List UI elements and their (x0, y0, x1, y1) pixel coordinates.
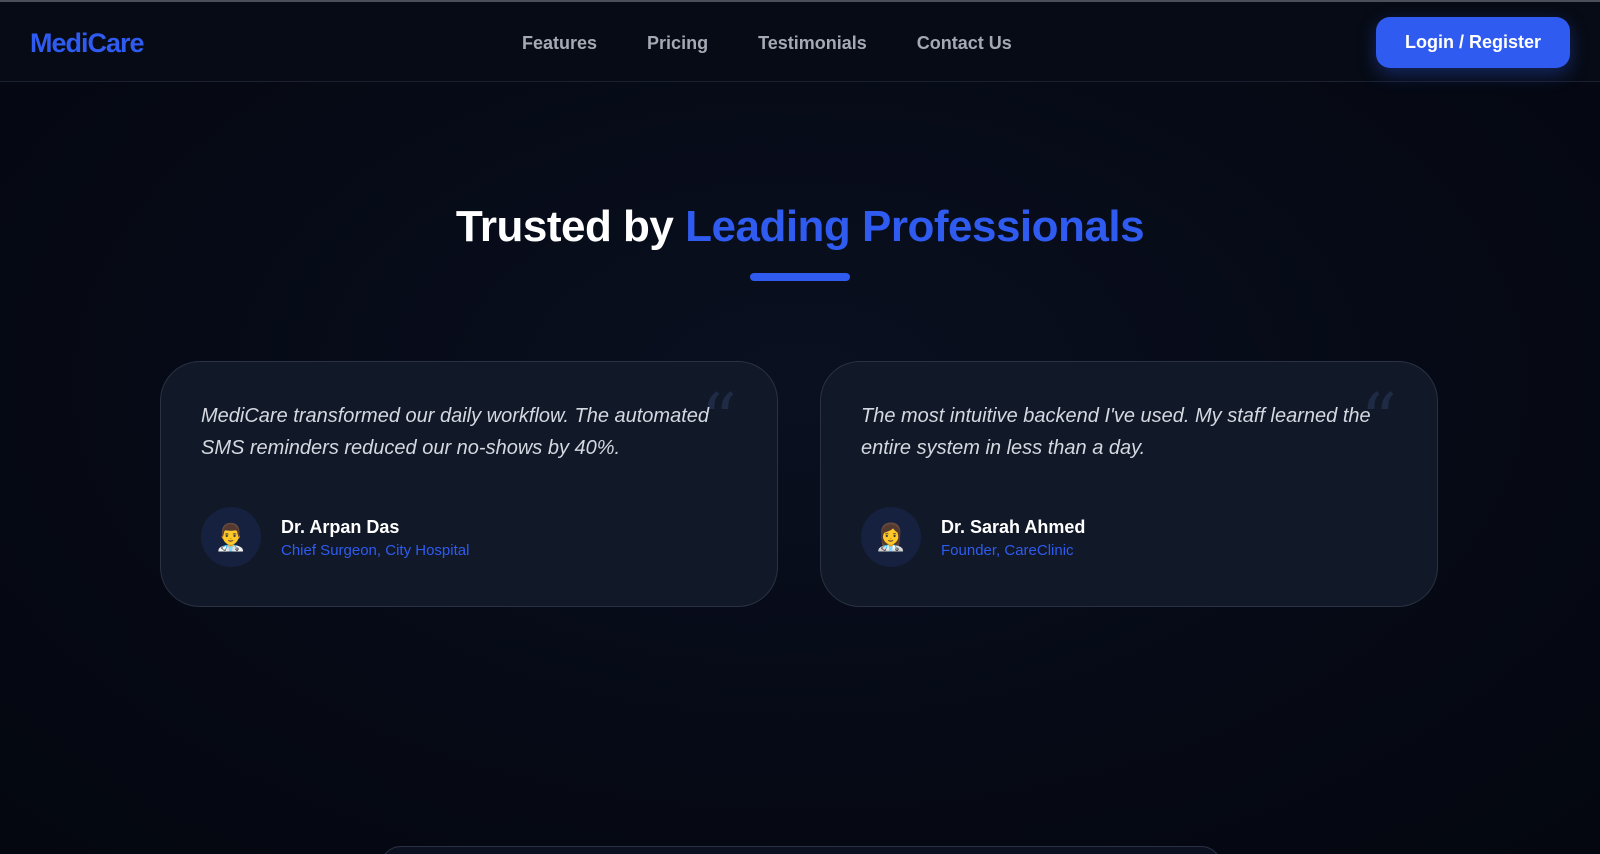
testimonial-quote: MediCare transformed our daily workflow.… (201, 405, 710, 459)
author-name: Dr. Sarah Ahmed (941, 517, 1086, 537)
section-title-prefix: Trusted by (455, 202, 686, 251)
avatar: 👩‍⚕️ (861, 507, 921, 567)
author-role: Chief Surgeon, City Hospital (281, 542, 470, 559)
testimonial-card: “ MediCare transformed our daily workflo… (160, 361, 778, 607)
logo[interactable]: MediCare (30, 28, 145, 59)
testimonial-quote: The most intuitive backend I've used. My… (861, 405, 1371, 459)
doctor-avatar-icon: 👨‍⚕️ (214, 521, 248, 552)
section-title-accent: Leading Professionals (685, 202, 1145, 251)
page: MediCare Features Pricing Testimonials C… (0, 0, 1600, 854)
nav-links: Features Pricing Testimonials Contact Us (522, 33, 1012, 54)
navbar: MediCare Features Pricing Testimonials C… (0, 2, 1600, 82)
author-role: Founder, CareClinic (941, 542, 1074, 559)
section-title: Trusted by Leading Professionals (0, 202, 1600, 252)
nav-link-features[interactable]: Features (522, 33, 597, 54)
testimonial-card: “ The most intuitive backend I've used. … (820, 361, 1438, 607)
doctor-avatar-icon: 👩‍⚕️ (874, 521, 908, 552)
next-section-card (380, 846, 1222, 854)
login-register-button[interactable]: Login / Register (1376, 17, 1570, 68)
author-name: Dr. Arpan Das (281, 517, 400, 537)
nav-link-contact-us[interactable]: Contact Us (917, 33, 1012, 54)
avatar: 👨‍⚕️ (201, 507, 261, 567)
title-underline (750, 273, 850, 281)
nav-link-testimonials[interactable]: Testimonials (758, 33, 867, 54)
nav-link-pricing[interactable]: Pricing (647, 33, 708, 54)
